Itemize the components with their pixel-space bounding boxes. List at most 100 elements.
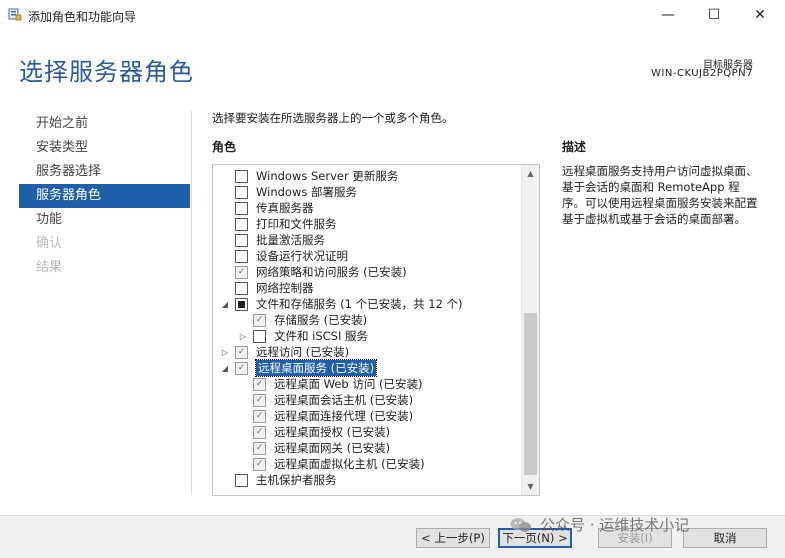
role-row[interactable]: 传真服务器 — [219, 200, 314, 216]
role-row[interactable]: ✓ 远程桌面授权 (已安装) — [237, 424, 390, 440]
role-row[interactable]: ✓ 远程桌面连接代理 (已安装) — [237, 408, 413, 424]
role-checkbox[interactable] — [235, 297, 248, 311]
role-checkbox[interactable]: ✓ — [253, 409, 266, 423]
roles-tree[interactable]: Windows Server 更新服务 Windows 部署服务 传真服务器 打印和文… — [212, 164, 540, 496]
nav-item-features[interactable]: 功能 — [19, 208, 190, 232]
wizard-steps-nav: 开始之前 安装类型 服务器选择 服务器角色 功能 确认 结果 — [19, 112, 190, 280]
role-label: 存储服务 (已安装) — [274, 313, 368, 327]
wechat-icon — [510, 517, 531, 532]
destination-server-name: WIN-CKUJB2PQPN7 — [651, 68, 753, 79]
nav-item-before-you-begin[interactable]: 开始之前 — [19, 112, 190, 136]
previous-button[interactable]: < 上一步(P) — [416, 528, 490, 548]
role-checkbox[interactable]: ✓ — [253, 441, 266, 455]
server-manager-icon — [8, 8, 22, 21]
expand-icon[interactable]: ▷ — [219, 344, 231, 360]
role-label: Windows 部署服务 — [256, 185, 357, 199]
chevron-down-icon: ▼ — [527, 482, 534, 491]
role-label: 网络策略和访问服务 (已安装) — [256, 265, 407, 279]
wizard-header: 选择服务器角色 目标服务器 WIN-CKUJB2PQPN7 — [0, 30, 785, 100]
roles-heading: 角色 — [212, 140, 237, 154]
role-label: 设备运行状况证明 — [256, 249, 348, 263]
role-row[interactable]: ✓ 网络策略和访问服务 (已安装) — [219, 264, 407, 280]
nav-item-server-roles[interactable]: 服务器角色 — [19, 184, 190, 208]
role-row[interactable]: 主机保护者服务 — [219, 472, 337, 488]
role-checkbox[interactable]: ✓ — [253, 313, 266, 327]
role-label: 远程桌面 Web 访问 (已安装) — [274, 377, 423, 391]
role-row[interactable]: ✓ 远程桌面网关 (已安装) — [237, 440, 390, 456]
role-checkbox[interactable] — [253, 329, 266, 343]
instruction-text: 选择要安装在所选服务器上的一个或多个角色。 — [212, 111, 454, 125]
role-row[interactable]: 打印和文件服务 — [219, 216, 337, 232]
role-checkbox[interactable] — [235, 249, 248, 263]
role-row[interactable]: 批量激活服务 — [219, 232, 325, 248]
role-label: 远程桌面授权 (已安装) — [274, 425, 391, 439]
role-checkbox[interactable] — [235, 169, 248, 183]
role-checkbox[interactable]: ✓ — [235, 265, 248, 279]
close-icon: ✕ — [754, 7, 766, 23]
nav-divider — [191, 110, 192, 495]
role-label: 远程桌面会话主机 (已安装) — [274, 393, 414, 407]
role-checkbox[interactable] — [235, 185, 248, 199]
role-row[interactable]: ◢ 文件和存储服务 (1 个已安装，共 12 个) — [219, 296, 463, 312]
role-checkbox[interactable] — [235, 473, 248, 487]
role-label: 文件和存储服务 (1 个已安装，共 12 个) — [256, 297, 463, 311]
expand-icon[interactable]: ▷ — [237, 328, 249, 344]
scroll-down-button[interactable]: ▼ — [522, 478, 539, 495]
role-checkbox[interactable]: ✓ — [253, 425, 266, 439]
role-row[interactable]: ◢ ✓ 远程桌面服务 (已安装) — [219, 359, 378, 377]
role-label: Windows Server 更新服务 — [256, 169, 399, 183]
role-row[interactable]: ✓ 远程桌面虚拟化主机 (已安装) — [237, 456, 425, 472]
role-label: 网络控制器 — [256, 281, 314, 295]
role-checkbox[interactable]: ✓ — [253, 393, 266, 407]
roles-scrollbar[interactable]: ▲ ▼ — [521, 165, 539, 495]
watermark: 公众号 · 运维技术小记 — [510, 514, 689, 535]
cancel-button[interactable]: 取消 — [683, 528, 767, 548]
window-title: 添加角色和功能向导 — [28, 10, 137, 24]
maximize-button[interactable]: ☐ — [691, 0, 737, 30]
role-row[interactable]: 设备运行状况证明 — [219, 248, 348, 264]
role-checkbox[interactable] — [235, 281, 248, 295]
role-row[interactable]: ✓ 远程桌面 Web 访问 (已安装) — [237, 376, 423, 392]
role-label: 远程桌面连接代理 (已安装) — [274, 409, 414, 423]
role-row[interactable]: ▷ 文件和 iSCSI 服务 — [237, 328, 368, 344]
role-label: 打印和文件服务 — [256, 217, 337, 231]
nav-item-installation-type[interactable]: 安装类型 — [19, 136, 190, 160]
expand-collapse-icon[interactable]: ◢ — [219, 296, 231, 312]
role-checkbox[interactable]: ✓ — [253, 457, 266, 471]
title-bar: 添加角色和功能向导 — ☐ ✕ — [0, 0, 785, 30]
role-label: 文件和 iSCSI 服务 — [274, 329, 369, 343]
role-row[interactable]: ▷ ✓ 远程访问 (已安装) — [219, 344, 349, 360]
scroll-up-button[interactable]: ▲ — [522, 165, 539, 182]
minimize-icon: — — [661, 7, 675, 23]
nav-item-server-selection[interactable]: 服务器选择 — [19, 160, 190, 184]
close-button[interactable]: ✕ — [737, 0, 783, 30]
role-checkbox[interactable]: ✓ — [235, 361, 248, 375]
role-row[interactable]: ✓ 远程桌面会话主机 (已安装) — [237, 392, 413, 408]
role-checkbox[interactable]: ✓ — [235, 345, 248, 359]
role-row[interactable]: Windows 部署服务 — [219, 184, 357, 200]
role-label: 远程桌面虚拟化主机 (已安装) — [274, 457, 425, 471]
chevron-up-icon: ▲ — [527, 169, 534, 178]
minimize-button[interactable]: — — [645, 0, 691, 30]
role-row[interactable]: ✓ 存储服务 (已安装) — [237, 312, 367, 328]
role-checkbox[interactable] — [235, 201, 248, 215]
role-checkbox[interactable] — [235, 217, 248, 231]
role-checkbox[interactable] — [235, 233, 248, 247]
role-checkbox[interactable]: ✓ — [253, 377, 266, 391]
expand-collapse-icon[interactable]: ◢ — [219, 360, 231, 376]
role-row[interactable]: Windows Server 更新服务 — [219, 168, 398, 184]
maximize-icon: ☐ — [707, 7, 721, 23]
description-heading: 描述 — [562, 140, 587, 154]
role-row[interactable]: 网络控制器 — [219, 280, 314, 296]
scrollbar-thumb[interactable] — [524, 313, 537, 475]
